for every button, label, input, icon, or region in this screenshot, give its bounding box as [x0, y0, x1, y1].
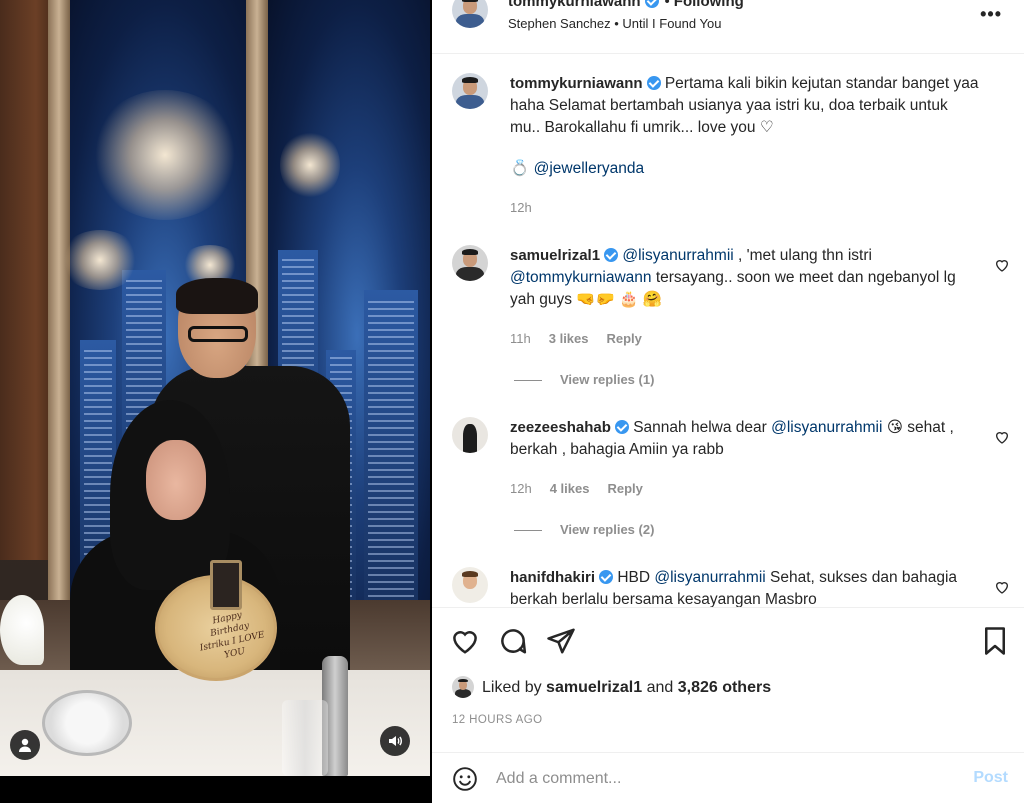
- verified-icon: [614, 420, 629, 434]
- building: [364, 290, 418, 610]
- action-bar: [432, 610, 1024, 670]
- verified-icon: [644, 0, 659, 8]
- mention[interactable]: @tommykurniawann: [510, 269, 652, 286]
- bookmark-icon[interactable]: [980, 626, 1010, 656]
- author-line: tommykurniawann • Following: [508, 0, 744, 10]
- more-icon[interactable]: •••: [980, 4, 1002, 25]
- mention[interactable]: @lisyanurrahmii: [771, 419, 882, 436]
- dinner-plate: [42, 690, 132, 756]
- post-photo[interactable]: Happy Birthday Istriku I LOVE YOU: [0, 0, 430, 776]
- comment-body: Sannah helwa dear: [633, 419, 772, 436]
- mention[interactable]: @lisyanurrahmii: [622, 247, 733, 264]
- emoji-icon[interactable]: [452, 766, 478, 792]
- comment-username[interactable]: samuelrizal1: [510, 247, 600, 264]
- reply-button[interactable]: Reply: [607, 331, 642, 346]
- user-tag-icon[interactable]: [10, 730, 40, 760]
- sound-icon[interactable]: [380, 726, 410, 756]
- comment-meta: 12h 4 likes Reply: [510, 481, 643, 496]
- chandelier-reflection: [280, 130, 340, 200]
- mention[interactable]: @lisyanurrahmii: [654, 569, 765, 586]
- comment-body: HBD: [617, 569, 655, 586]
- comment-username[interactable]: hanifdhakiri: [510, 569, 595, 586]
- window-frame: [48, 0, 70, 600]
- water-glass: [282, 700, 328, 776]
- comment-time: 12h: [510, 481, 532, 496]
- comment-time: 11h: [510, 331, 531, 346]
- add-comment-bar: Post: [432, 752, 1024, 803]
- woman-face: [146, 440, 206, 520]
- post-details-panel: tommykurniawann • Following Stephen Sanche…: [432, 0, 1024, 803]
- verified-icon: [604, 248, 619, 262]
- liked-by: Liked by samuelrizal1 and 3,826 others: [452, 676, 771, 698]
- verified-icon: [646, 76, 661, 90]
- following-button[interactable]: Following: [674, 0, 744, 10]
- commenter-avatar[interactable]: [452, 567, 488, 603]
- liked-by-and: and: [646, 679, 674, 696]
- liker-avatar[interactable]: [452, 676, 474, 698]
- liked-by-prefix: Liked by: [482, 679, 542, 696]
- comment-text: samuelrizal1 @lisyanurrahmii , 'met ulan…: [510, 245, 980, 311]
- comments-list[interactable]: tommykurniawann Pertama kali bikin kejut…: [432, 55, 1024, 608]
- heart-icon[interactable]: [450, 626, 480, 656]
- comment-likes[interactable]: 3 likes: [549, 331, 589, 346]
- calla-lily: [0, 595, 44, 665]
- comment-meta: 11h 3 likes Reply: [510, 331, 642, 346]
- music-label[interactable]: Stephen Sanchez • Until I Found You: [508, 16, 721, 31]
- comment-text: zeezeeshahab Sannah helwa dear @lisyanur…: [510, 417, 980, 461]
- author-avatar[interactable]: [452, 0, 488, 28]
- author-username[interactable]: tommykurniawann: [508, 0, 641, 10]
- post-button[interactable]: Post: [973, 769, 1008, 787]
- like-comment-heart-icon[interactable]: [994, 257, 1010, 273]
- comment-icon[interactable]: [498, 626, 528, 656]
- caption-username[interactable]: tommykurniawann: [510, 75, 643, 92]
- tag-line: 💍 @jewelleryanda: [510, 159, 644, 178]
- likes-count[interactable]: 3,826 others: [678, 679, 771, 696]
- author-avatar[interactable]: [452, 73, 488, 109]
- chandelier: [90, 90, 240, 220]
- liker-username[interactable]: samuelrizal1: [546, 679, 642, 696]
- man-hair: [176, 278, 258, 314]
- view-replies-button[interactable]: View replies (1): [514, 372, 654, 387]
- view-replies-button[interactable]: View replies (2): [514, 522, 654, 537]
- man-glasses: [188, 326, 248, 342]
- commenter-avatar[interactable]: [452, 417, 488, 453]
- comment-body: , 'met ulang thn istri: [733, 247, 872, 264]
- like-comment-heart-icon[interactable]: [994, 579, 1010, 595]
- like-comment-heart-icon[interactable]: [994, 429, 1010, 445]
- caption-text: tommykurniawann Pertama kali bikin kejut…: [510, 73, 980, 139]
- post-timestamp: 12 HOURS AGO: [452, 714, 543, 726]
- comment-username[interactable]: zeezeeshahab: [510, 419, 611, 436]
- comment-input[interactable]: [496, 765, 936, 793]
- ring-icon: 💍: [510, 160, 530, 177]
- commenter-avatar[interactable]: [452, 245, 488, 281]
- chandelier-reflection: [60, 230, 140, 290]
- verified-icon: [599, 570, 614, 584]
- reply-button[interactable]: Reply: [607, 481, 642, 496]
- comment-text: hanifdhakiri HBD @lisyanurrahmii Sehat, …: [510, 567, 980, 607]
- separator-dot: •: [664, 0, 670, 10]
- comment-likes[interactable]: 4 likes: [550, 481, 590, 496]
- caption-time: 12h: [510, 200, 532, 215]
- post-header: tommykurniawann • Following Stephen Sanche…: [432, 0, 1024, 54]
- ring-box: [210, 560, 242, 610]
- tag-mention[interactable]: @jewelleryanda: [534, 160, 645, 177]
- share-icon[interactable]: [546, 626, 576, 656]
